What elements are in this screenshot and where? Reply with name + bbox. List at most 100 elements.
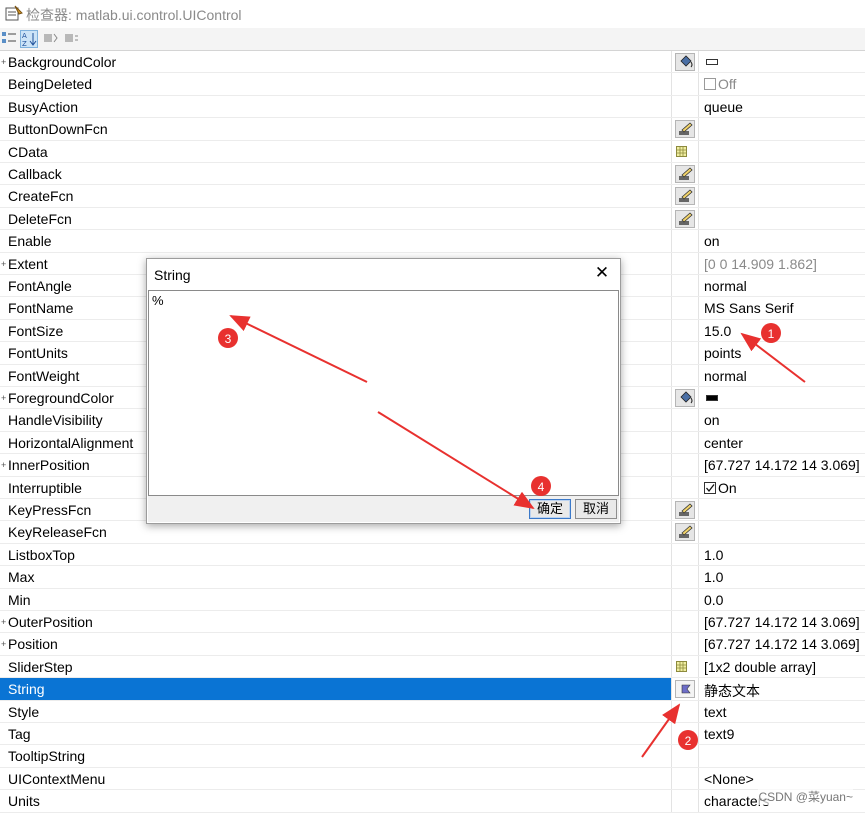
property-name: InnerPosition: [8, 457, 90, 474]
property-value[interactable]: MS Sans Serif: [704, 300, 793, 316]
expand-icon[interactable]: +: [1, 461, 6, 470]
property-row-busyaction[interactable]: BusyAction queue: [0, 95, 865, 119]
property-row-callback[interactable]: Callback: [0, 163, 865, 186]
property-value[interactable]: [1x2 double array]: [704, 659, 816, 675]
property-name-cell[interactable]: Tag: [0, 723, 672, 745]
property-row-max[interactable]: Max 1.0: [0, 566, 865, 589]
color-picker-icon[interactable]: [675, 53, 695, 71]
edit-callback-icon[interactable]: [675, 187, 695, 206]
property-name-cell[interactable]: Style: [0, 700, 672, 722]
property-name: String: [8, 681, 45, 698]
property-value[interactable]: points: [704, 345, 741, 361]
edit-callback-icon[interactable]: [675, 501, 695, 519]
property-name-cell[interactable]: CData: [0, 140, 672, 162]
collapse-all-icon[interactable]: [64, 30, 82, 48]
property-value[interactable]: normal: [704, 278, 747, 294]
property-value[interactable]: 静态文本: [704, 681, 760, 701]
property-value[interactable]: center: [704, 435, 743, 451]
edit-callback-icon[interactable]: [675, 120, 695, 139]
property-value[interactable]: Off: [704, 76, 736, 92]
property-name-cell[interactable]: SliderStep: [0, 655, 672, 678]
property-value[interactable]: On: [704, 480, 737, 496]
property-name-cell[interactable]: + BackgroundColor: [0, 51, 672, 73]
property-name-cell[interactable]: Units: [0, 790, 672, 812]
expand-icon[interactable]: +: [1, 259, 6, 268]
property-value[interactable]: [67.727 14.172 14 3.069]: [704, 614, 860, 630]
edit-callback-icon[interactable]: [675, 523, 695, 542]
string-text-value[interactable]: %: [152, 293, 164, 308]
string-textarea[interactable]: %: [148, 290, 619, 496]
property-name-cell[interactable]: TooltipString: [0, 745, 672, 767]
cancel-button[interactable]: 取消: [575, 499, 617, 519]
property-row-string[interactable]: String 静态文本: [0, 678, 865, 701]
property-value[interactable]: text9: [704, 726, 734, 742]
property-value[interactable]: 1.0: [704, 547, 723, 563]
array-editor-icon[interactable]: [676, 660, 687, 672]
close-icon[interactable]: ✕: [592, 264, 612, 284]
property-row-tag[interactable]: Tag text9: [0, 723, 865, 746]
color-picker-icon[interactable]: [675, 389, 695, 407]
property-name-cell[interactable]: ButtonDownFcn: [0, 118, 672, 140]
expand-icon[interactable]: +: [1, 640, 6, 649]
property-row-enable[interactable]: Enable on: [0, 230, 865, 253]
property-name-cell[interactable]: DeleteFcn: [0, 207, 672, 230]
property-name-cell[interactable]: Max: [0, 566, 672, 588]
property-name-cell[interactable]: BeingDeleted: [0, 73, 672, 95]
array-editor-icon[interactable]: [676, 145, 687, 157]
property-row-min[interactable]: Min 0.0: [0, 588, 865, 611]
expand-icon[interactable]: +: [1, 618, 6, 627]
property-name-cell[interactable]: Callback: [0, 163, 672, 185]
categorized-icon[interactable]: [1, 30, 19, 48]
property-name-cell[interactable]: + Position: [0, 633, 672, 655]
property-row-style[interactable]: Style text: [0, 700, 865, 723]
property-value[interactable]: 0.0: [704, 592, 723, 608]
ok-button[interactable]: 确定: [529, 499, 571, 519]
property-name-cell[interactable]: UIContextMenu: [0, 767, 672, 790]
property-name-cell[interactable]: KeyReleaseFcn: [0, 521, 672, 543]
property-row-beingdeleted[interactable]: BeingDeleted Off: [0, 73, 865, 96]
property-name-cell[interactable]: String: [0, 678, 672, 700]
checkbox-checked[interactable]: [704, 481, 716, 494]
property-row-deletefcn[interactable]: DeleteFcn: [0, 207, 865, 231]
property-row-keyreleasefcn[interactable]: KeyReleaseFcn: [0, 521, 865, 544]
string-editor-icon[interactable]: [675, 680, 695, 699]
property-value[interactable]: [0 0 14.909 1.862]: [704, 256, 817, 272]
checkbox-unchecked[interactable]: [704, 78, 716, 91]
property-row-createfcn[interactable]: CreateFcn: [0, 185, 865, 208]
property-value[interactable]: normal: [704, 368, 747, 384]
property-row-sliderstep[interactable]: SliderStep [1x2 double array]: [0, 655, 865, 679]
property-row-outerposition[interactable]: + OuterPosition [67.727 14.172 14 3.069]: [0, 611, 865, 634]
property-row-tooltipstring[interactable]: TooltipString: [0, 745, 865, 768]
property-button-cell: [672, 588, 699, 610]
property-value[interactable]: [67.727 14.172 14 3.069]: [704, 636, 860, 652]
edit-callback-icon[interactable]: [675, 165, 695, 183]
property-value[interactable]: 15.0: [704, 323, 731, 339]
property-value[interactable]: [67.727 14.172 14 3.069]: [704, 457, 860, 473]
property-value[interactable]: <None>: [704, 771, 754, 787]
property-row-backgroundcolor[interactable]: + BackgroundColor: [0, 51, 865, 74]
property-value[interactable]: on: [704, 412, 720, 428]
property-value[interactable]: on: [704, 233, 720, 249]
property-name-cell[interactable]: Min: [0, 588, 672, 610]
property-name-cell[interactable]: ListboxTop: [0, 543, 672, 566]
expand-icon[interactable]: +: [1, 58, 6, 67]
color-swatch[interactable]: [706, 395, 718, 401]
expand-all-icon[interactable]: [43, 30, 61, 48]
property-value[interactable]: 1.0: [704, 569, 723, 585]
property-name-cell[interactable]: + OuterPosition: [0, 611, 672, 633]
edit-callback-icon[interactable]: [675, 209, 695, 228]
property-row-uicontextmenu[interactable]: UIContextMenu <None>: [0, 767, 865, 791]
property-row-buttondownfcn[interactable]: ButtonDownFcn: [0, 118, 865, 141]
property-row-position[interactable]: + Position [67.727 14.172 14 3.069]: [0, 633, 865, 656]
property-row-listboxtop[interactable]: ListboxTop 1.0: [0, 543, 865, 567]
color-swatch[interactable]: [706, 59, 718, 65]
property-row-cdata[interactable]: CData: [0, 140, 865, 163]
property-name-cell[interactable]: Enable: [0, 230, 672, 252]
property-value[interactable]: text: [704, 704, 727, 720]
expand-icon[interactable]: +: [1, 394, 6, 403]
property-name-cell[interactable]: BusyAction: [0, 95, 672, 118]
property-name-cell[interactable]: CreateFcn: [0, 185, 672, 207]
property-row-units[interactable]: Units characters: [0, 790, 865, 813]
alphabetical-icon[interactable]: AZ: [20, 30, 38, 48]
property-value[interactable]: queue: [704, 99, 743, 115]
